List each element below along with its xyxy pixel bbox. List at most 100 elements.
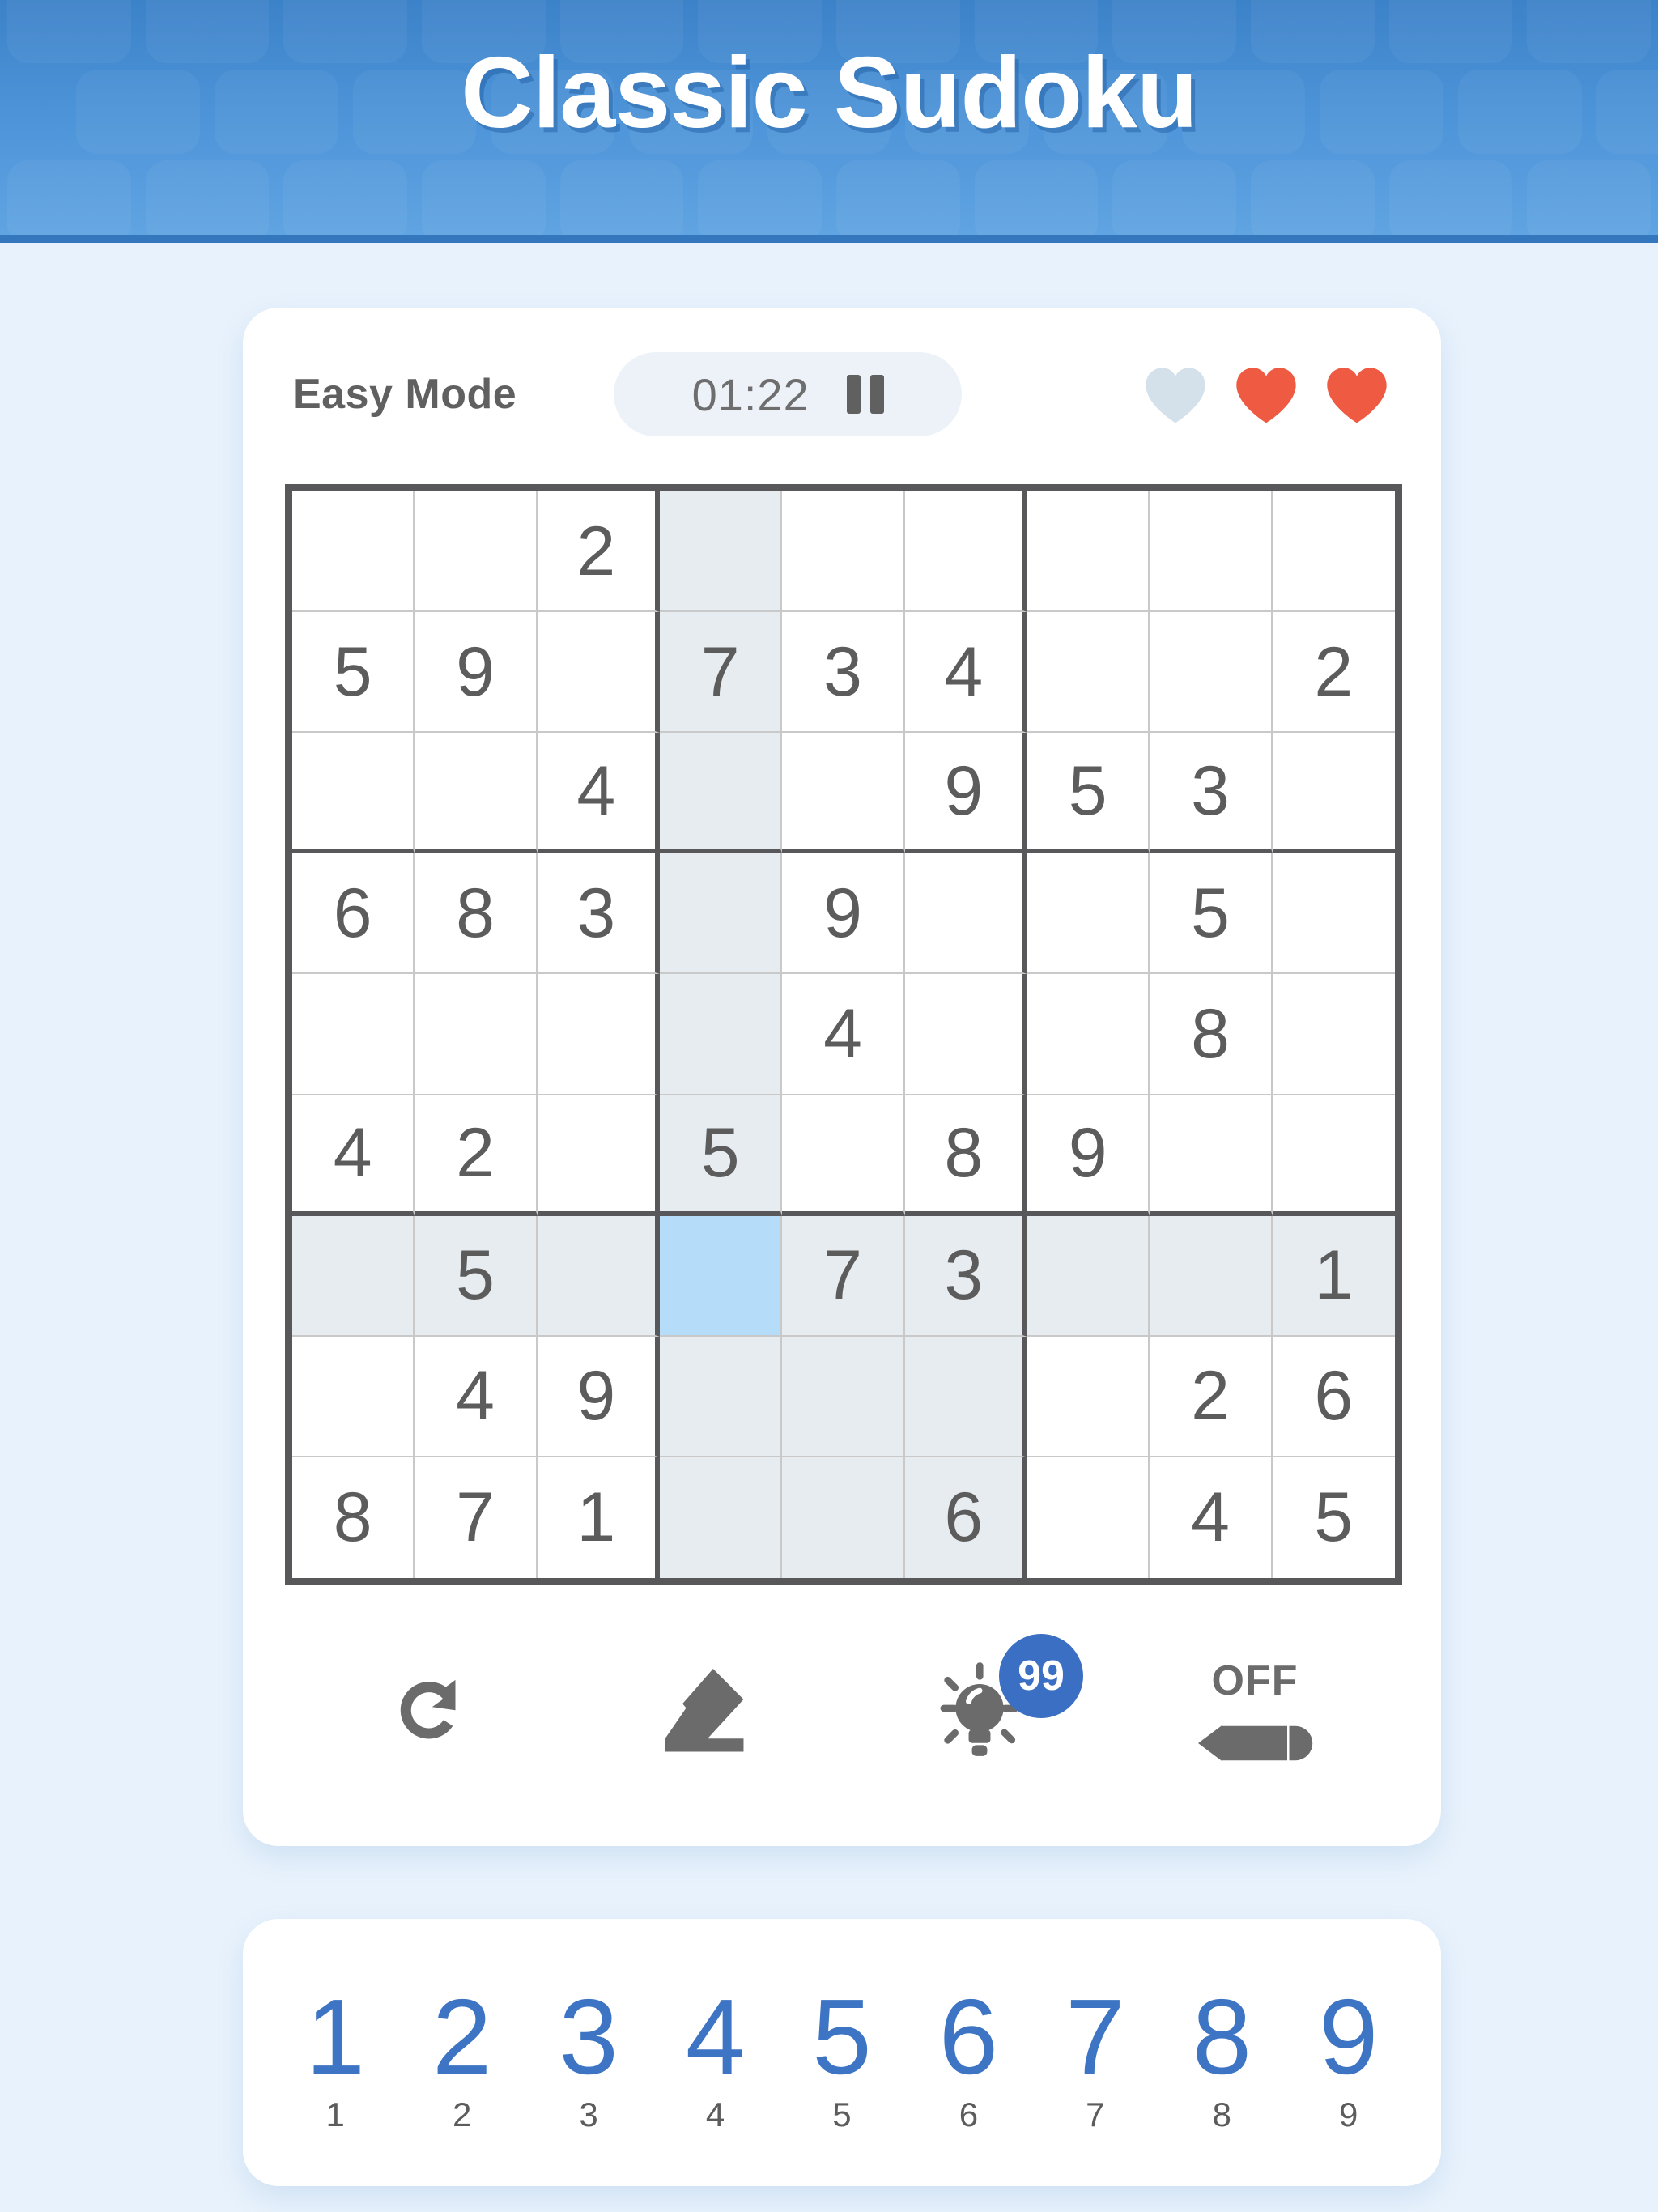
sudoku-cell[interactable]: 5 xyxy=(414,1215,538,1337)
sudoku-cell[interactable] xyxy=(659,1215,783,1337)
sudoku-cell[interactable]: 9 xyxy=(537,1336,660,1457)
sudoku-cell[interactable] xyxy=(782,491,905,613)
sudoku-cell[interactable]: 5 xyxy=(659,1095,783,1216)
sudoku-cell[interactable]: 7 xyxy=(414,1457,538,1578)
timer-value: 01:22 xyxy=(691,368,810,420)
sudoku-cell[interactable]: 8 xyxy=(1150,974,1273,1095)
number-key-4[interactable]: 44 xyxy=(652,1919,778,2186)
sudoku-cell[interactable]: 3 xyxy=(782,612,905,734)
sudoku-cell[interactable]: 1 xyxy=(1272,1215,1395,1337)
sudoku-cell[interactable] xyxy=(292,1336,415,1457)
sudoku-cell[interactable] xyxy=(292,733,415,854)
sudoku-cell[interactable] xyxy=(414,491,538,613)
eraser-button[interactable] xyxy=(567,1619,842,1806)
number-key-8[interactable]: 88 xyxy=(1158,1919,1285,2186)
sudoku-cell[interactable]: 6 xyxy=(1272,1336,1395,1457)
sudoku-cell[interactable]: 7 xyxy=(659,612,783,734)
sudoku-cell[interactable] xyxy=(904,491,1027,613)
timer-pause-button[interactable]: 01:22 xyxy=(614,352,963,436)
sudoku-cell[interactable]: 9 xyxy=(414,612,538,734)
sudoku-cell[interactable]: 5 xyxy=(1150,853,1273,975)
number-key-9[interactable]: 99 xyxy=(1286,1919,1412,2186)
sudoku-cell[interactable]: 2 xyxy=(537,491,660,613)
sudoku-cell[interactable]: 8 xyxy=(904,1095,1027,1216)
sudoku-cell[interactable]: 4 xyxy=(782,974,905,1095)
sudoku-cell[interactable] xyxy=(1150,1095,1273,1216)
number-key-6[interactable]: 66 xyxy=(905,1919,1031,2186)
sudoku-cell[interactable] xyxy=(1272,733,1395,854)
undo-button[interactable] xyxy=(291,1619,567,1806)
sudoku-cell[interactable] xyxy=(1027,1457,1150,1578)
number-key-7[interactable]: 77 xyxy=(1032,1919,1158,2186)
sudoku-cell[interactable] xyxy=(1027,1215,1150,1337)
sudoku-cell[interactable] xyxy=(782,733,905,854)
sudoku-cell[interactable]: 4 xyxy=(537,733,660,854)
sudoku-cell[interactable] xyxy=(659,974,783,1095)
sudoku-cell[interactable] xyxy=(1027,974,1150,1095)
sudoku-cell[interactable] xyxy=(1272,1095,1395,1216)
sudoku-cell[interactable]: 2 xyxy=(414,1095,538,1216)
sudoku-cell[interactable] xyxy=(414,733,538,854)
sudoku-cell[interactable] xyxy=(292,974,415,1095)
pause-icon[interactable] xyxy=(846,375,884,414)
sudoku-cell[interactable] xyxy=(1027,491,1150,613)
sudoku-cell[interactable]: 5 xyxy=(1027,733,1150,854)
sudoku-cell[interactable] xyxy=(904,1336,1027,1457)
sudoku-cell[interactable] xyxy=(782,1457,905,1578)
sudoku-cell[interactable] xyxy=(782,1095,905,1216)
sudoku-cell[interactable]: 3 xyxy=(1150,733,1273,854)
sudoku-cell[interactable]: 9 xyxy=(782,853,905,975)
sudoku-cell[interactable]: 7 xyxy=(782,1215,905,1337)
number-key-2[interactable]: 22 xyxy=(398,1919,525,2186)
sudoku-cell[interactable] xyxy=(414,974,538,1095)
sudoku-cell[interactable] xyxy=(1027,853,1150,975)
hint-button[interactable]: 99 xyxy=(842,1619,1117,1806)
sudoku-cell[interactable]: 4 xyxy=(292,1095,415,1216)
sudoku-cell[interactable] xyxy=(659,491,783,613)
sudoku-cell[interactable] xyxy=(537,1095,660,1216)
sudoku-cell[interactable] xyxy=(1150,491,1273,613)
sudoku-cell[interactable] xyxy=(1150,1215,1273,1337)
sudoku-cell[interactable]: 8 xyxy=(414,853,538,975)
sudoku-cell[interactable]: 8 xyxy=(292,1457,415,1578)
number-pad[interactable]: 112233445566778899 xyxy=(243,1919,1441,2186)
heart-icon xyxy=(1323,364,1391,425)
sudoku-cell[interactable]: 5 xyxy=(292,612,415,734)
number-key-3[interactable]: 33 xyxy=(525,1919,652,2186)
sudoku-cell[interactable]: 9 xyxy=(1027,1095,1150,1216)
sudoku-cell[interactable]: 2 xyxy=(1272,612,1395,734)
sudoku-cell[interactable] xyxy=(1272,491,1395,613)
sudoku-cell[interactable]: 4 xyxy=(1150,1457,1273,1578)
sudoku-cell[interactable]: 2 xyxy=(1150,1336,1273,1457)
sudoku-cell[interactable]: 4 xyxy=(414,1336,538,1457)
sudoku-cell[interactable]: 4 xyxy=(904,612,1027,734)
sudoku-cell[interactable] xyxy=(904,853,1027,975)
sudoku-cell[interactable]: 5 xyxy=(1272,1457,1395,1578)
sudoku-grid[interactable]: 2597342495368395484258957314926871645 xyxy=(285,484,1402,1585)
sudoku-cell[interactable] xyxy=(1027,612,1150,734)
sudoku-cell[interactable] xyxy=(659,733,783,854)
sudoku-cell[interactable]: 9 xyxy=(904,733,1027,854)
sudoku-cell[interactable] xyxy=(1027,1336,1150,1457)
sudoku-cell[interactable] xyxy=(292,491,415,613)
pencil-toggle-button[interactable]: OFF xyxy=(1117,1619,1392,1806)
sudoku-cell[interactable] xyxy=(1272,853,1395,975)
sudoku-cell[interactable] xyxy=(659,853,783,975)
sudoku-cell[interactable] xyxy=(904,974,1027,1095)
sudoku-cell[interactable]: 1 xyxy=(537,1457,660,1578)
number-key-1[interactable]: 11 xyxy=(272,1919,398,2186)
sudoku-cell[interactable]: 6 xyxy=(904,1457,1027,1578)
sudoku-cell[interactable]: 3 xyxy=(904,1215,1027,1337)
sudoku-cell[interactable] xyxy=(537,974,660,1095)
sudoku-cell[interactable] xyxy=(659,1457,783,1578)
sudoku-cell[interactable]: 6 xyxy=(292,853,415,975)
sudoku-cell[interactable] xyxy=(1272,974,1395,1095)
sudoku-cell[interactable] xyxy=(782,1336,905,1457)
sudoku-cell[interactable] xyxy=(1150,612,1273,734)
sudoku-cell[interactable] xyxy=(292,1215,415,1337)
sudoku-cell[interactable] xyxy=(659,1336,783,1457)
number-key-5[interactable]: 55 xyxy=(779,1919,905,2186)
sudoku-cell[interactable]: 3 xyxy=(537,853,660,975)
sudoku-cell[interactable] xyxy=(537,1215,660,1337)
sudoku-cell[interactable] xyxy=(537,612,660,734)
